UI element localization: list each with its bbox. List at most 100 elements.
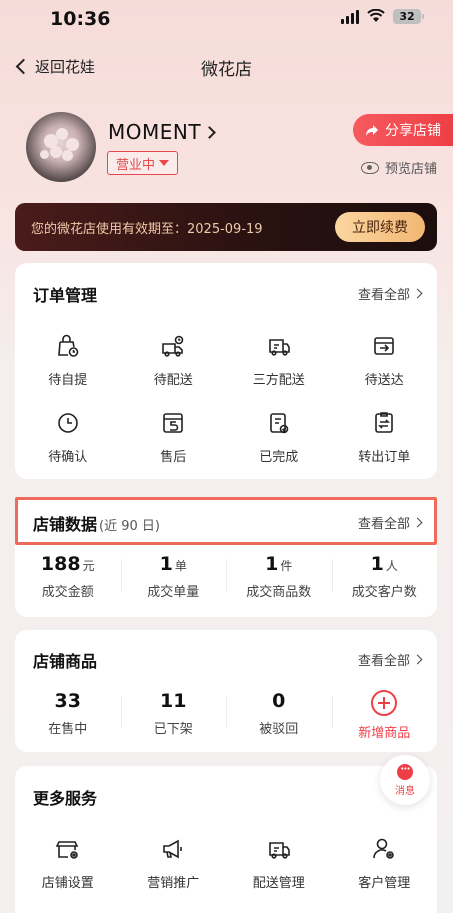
bag-clock-icon: [57, 334, 79, 357]
stat-label: 已下架: [153, 722, 193, 737]
subscription-expiry-text: 您的微花店使用有效期至：2025-09-19: [31, 222, 263, 237]
order-status-label: 转出订单: [358, 450, 411, 465]
stat-value: 11: [160, 690, 187, 712]
battery-icon: 32: [393, 8, 424, 24]
add-product-button[interactable]: 新增商品: [331, 690, 438, 741]
stat-value: 188 元: [40, 553, 95, 575]
order-status-row-1: 待自提 待配送 三方配送 待送达: [15, 333, 437, 388]
store-data-title-text: 店铺数据: [33, 515, 98, 534]
store-data-card: 店铺数据 (近 90 日) 查看全部 188 元 成交金额 1单 成交单量 1件 成…: [15, 497, 437, 617]
service-store-settings[interactable]: 店铺设置: [15, 836, 121, 891]
stat-value: 33: [54, 690, 81, 712]
stat-sales-amount[interactable]: 188 元 成交金额: [15, 553, 121, 600]
stat-label: 在售中: [48, 722, 88, 737]
preview-label: 预览店铺: [384, 162, 437, 177]
add-circle-icon: [371, 690, 398, 716]
store-products-card: 店铺商品 查看全部 33 在售中 11 已下架 0 被驳回 新增商品: [15, 630, 437, 752]
chevron-right-icon: [203, 125, 216, 139]
message-label: 消息: [395, 785, 415, 797]
order-management-card: 订单管理 查看全部 待自提 待配送 三方配送 待送达 待确认 售后 已完成 转出…: [15, 263, 437, 479]
view-all-label: 查看全部: [357, 288, 410, 303]
share-icon: [366, 124, 378, 136]
renew-button[interactable]: 立即续费: [335, 212, 425, 242]
delivery-van-icon: [268, 842, 290, 859]
megaphone-icon: [163, 839, 183, 859]
order-status-arriving[interactable]: 待送达: [332, 333, 438, 388]
stat-label: 成交单量: [147, 585, 200, 600]
clock-icon: [57, 413, 78, 433]
products-view-all-link[interactable]: 查看全部: [357, 650, 423, 669]
stat-order-count[interactable]: 1单 成交单量: [120, 553, 227, 600]
orders-view-all-link[interactable]: 查看全部: [357, 284, 423, 303]
service-delivery[interactable]: 配送管理: [226, 836, 332, 891]
more-services-card: 更多服务 店铺设置 营销推广 配送管理 客户管理: [15, 766, 437, 913]
product-stats: 33 在售中 11 已下架 0 被驳回 新增商品: [15, 690, 437, 741]
service-label: 配送管理: [252, 876, 305, 891]
order-status-label: 待配送: [153, 373, 193, 388]
share-label: 分享店铺: [385, 123, 441, 139]
order-status-label: 待确认: [48, 450, 88, 465]
stat-on-sale[interactable]: 33 在售中: [15, 690, 121, 741]
stat-label: 成交客户数: [351, 585, 417, 600]
stat-label: 成交商品数: [246, 585, 312, 600]
chat-bubble-icon: [397, 763, 413, 780]
nav-bar: 返回花娃 微花店: [0, 50, 453, 86]
order-status-completed[interactable]: 已完成: [226, 410, 332, 465]
store-data-period: (近 90 日): [99, 519, 160, 534]
more-services-title: 更多服务: [33, 789, 98, 808]
eye-icon: [360, 161, 379, 174]
add-product-label: 新增商品: [358, 726, 411, 741]
return-icon: [163, 413, 184, 433]
order-status-label: 待送达: [364, 373, 404, 388]
stat-value: 1件: [265, 553, 293, 575]
shop-avatar[interactable]: [26, 112, 96, 182]
share-shop-button[interactable]: 分享店铺: [353, 114, 453, 146]
order-status-after-sales[interactable]: 售后: [121, 410, 227, 465]
preview-shop-button[interactable]: 预览店铺: [360, 158, 437, 177]
store-products-title: 店铺商品: [33, 652, 98, 671]
stat-customer-count[interactable]: 1人 成交客户数: [331, 553, 438, 600]
service-label: 店铺设置: [41, 876, 94, 891]
clipboard-transfer-icon: [375, 412, 394, 433]
stat-delisted[interactable]: 11 已下架: [120, 690, 227, 741]
order-status-pickup[interactable]: 待自提: [15, 333, 121, 388]
message-button[interactable]: 消息: [380, 755, 430, 805]
page-title: 微花店: [201, 60, 252, 80]
user-settings-icon: [373, 838, 395, 859]
delivery-van-icon: [268, 339, 290, 356]
view-all-label: 查看全部: [357, 517, 410, 532]
order-status-label: 三方配送: [252, 373, 305, 388]
truck-clock-icon: [162, 335, 184, 357]
service-label: 营销推广: [147, 876, 200, 891]
order-status-label: 已完成: [259, 450, 299, 465]
stat-rejected[interactable]: 0 被驳回: [226, 690, 332, 741]
order-status-label: 待自提: [48, 373, 88, 388]
service-label: 客户管理: [358, 876, 411, 891]
clipboard-check-icon: [269, 413, 289, 434]
service-customers[interactable]: 客户管理: [332, 836, 438, 891]
service-marketing[interactable]: 营销推广: [121, 836, 227, 891]
status-icons: 32: [341, 8, 424, 24]
stat-value: 1人: [370, 553, 398, 575]
stat-value: 0: [272, 690, 286, 712]
shop-status-dropdown[interactable]: 营业中: [107, 151, 179, 175]
order-management-title: 订单管理: [33, 286, 98, 305]
box-arrow-icon: [374, 337, 395, 355]
shop-status-label: 营业中: [116, 157, 156, 173]
store-data-stats: 188 元 成交金额 1单 成交单量 1件 成交商品数 1人 成交客户数: [15, 553, 437, 600]
store-settings-icon: [55, 841, 79, 859]
stat-label: 成交金额: [41, 585, 94, 600]
view-all-label: 查看全部: [357, 654, 410, 669]
status-bar: 10:36 32: [0, 0, 453, 40]
stat-items-sold[interactable]: 1件 成交商品数: [226, 553, 332, 600]
shop-name-link[interactable]: MOMENT: [108, 120, 216, 144]
store-data-view-all-link[interactable]: 查看全部: [357, 513, 423, 532]
order-status-to-confirm[interactable]: 待确认: [15, 410, 121, 465]
order-status-to-deliver[interactable]: 待配送: [121, 333, 227, 388]
chevron-right-icon: [412, 288, 423, 299]
stat-label: 被驳回: [259, 722, 299, 737]
order-status-transferred[interactable]: 转出订单: [332, 410, 438, 465]
caret-down-icon: [159, 160, 170, 166]
wifi-icon: [367, 9, 385, 22]
order-status-third-party[interactable]: 三方配送: [226, 333, 332, 388]
